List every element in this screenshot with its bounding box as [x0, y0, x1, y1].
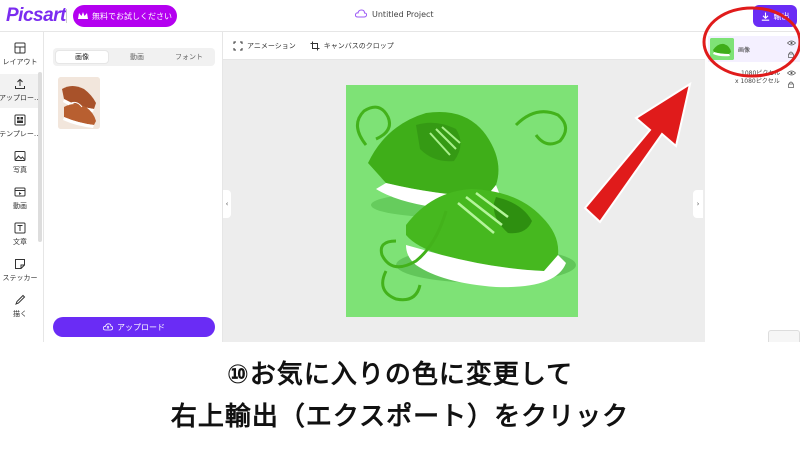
- animation-icon: [233, 41, 243, 50]
- tab-fonts[interactable]: フォント: [163, 48, 215, 66]
- rail-item-text[interactable]: 文章: [0, 218, 40, 252]
- green-sneakers-image: [346, 85, 578, 317]
- export-label: 輸出: [773, 11, 790, 21]
- cloud-icon: [355, 9, 367, 18]
- layer-item-image[interactable]: 画像: [708, 36, 800, 62]
- top-bar: Picsart 無料でお試しください Untitled Project 輸出: [0, 0, 800, 32]
- crop-icon: [310, 41, 320, 50]
- draw-icon: [15, 294, 26, 305]
- eye-icon[interactable]: [787, 40, 796, 46]
- sticker-icon: [15, 259, 25, 269]
- cloud-upload-icon: [103, 323, 113, 331]
- crown-icon: [78, 12, 88, 19]
- export-button[interactable]: 輸出: [753, 5, 797, 27]
- rail-item-templates[interactable]: テンプレー…: [0, 110, 41, 144]
- lock-icon[interactable]: [788, 51, 794, 58]
- rail-item-videos[interactable]: 動画: [0, 182, 40, 216]
- collapse-right-panel-button[interactable]: ›: [693, 190, 703, 218]
- instruction-caption: ⑩お気に入りの色に変更して 右上輸出（エクスポート）をクリック: [0, 342, 800, 450]
- video-icon: [14, 187, 26, 197]
- canvas-area: アニメーション キャンバスのクロップ ‹ ›: [223, 32, 705, 342]
- layer-thumbnail: [710, 38, 734, 60]
- free-trial-label: 無料でお試しください: [92, 11, 172, 21]
- collapse-left-panel-button[interactable]: ‹: [223, 190, 231, 218]
- tab-videos[interactable]: 動画: [111, 48, 163, 66]
- rail-item-layout[interactable]: レイアウト: [0, 38, 40, 72]
- template-icon: [14, 114, 26, 126]
- project-title[interactable]: Untitled Project: [355, 9, 434, 19]
- media-tabs: 画像 動画 フォント: [53, 48, 215, 66]
- canvas-crop-button[interactable]: キャンバスのクロップ: [310, 41, 394, 51]
- brown-sneaker-image: [58, 77, 100, 129]
- text-icon: [14, 222, 26, 234]
- lock-icon[interactable]: [788, 81, 794, 88]
- upload-button-label: アップロード: [117, 322, 165, 332]
- rail-scrollbar[interactable]: [38, 72, 42, 242]
- upload-button[interactable]: アップロード: [53, 317, 215, 337]
- tool-rail: レイアウト アップロー… テンプレー… 写真 動画 文章 ステッカー 描く: [0, 32, 44, 342]
- upload-icon: [15, 78, 25, 89]
- project-title-text: Untitled Project: [372, 9, 434, 19]
- uploaded-image-thumbnail[interactable]: [58, 77, 100, 129]
- rail-item-upload[interactable]: アップロー…: [0, 74, 41, 108]
- rail-item-photos[interactable]: 写真: [0, 146, 40, 180]
- layout-icon: [14, 42, 26, 54]
- canvas-toolbar: アニメーション キャンバスのクロップ: [223, 32, 705, 60]
- free-trial-button[interactable]: 無料でお試しください: [73, 5, 177, 27]
- layer-item-canvas[interactable]: …1080ピクセル x 1080ピクセル: [708, 66, 800, 92]
- rail-item-stickers[interactable]: ステッカー: [0, 254, 40, 288]
- eye-icon[interactable]: [787, 70, 796, 76]
- download-icon: [761, 12, 769, 21]
- picsart-logo[interactable]: Picsart: [6, 5, 66, 27]
- layers-panel: 画像 …1080ピクセル x 1080ピクセル: [705, 32, 800, 342]
- logo-divider: [66, 9, 67, 23]
- rail-item-draw[interactable]: 描く: [0, 290, 40, 324]
- photo-icon: [14, 151, 26, 161]
- caption-line-1: ⑩お気に入りの色に変更して: [226, 360, 574, 390]
- canvas-artboard[interactable]: [346, 85, 578, 317]
- tab-images[interactable]: 画像: [55, 50, 109, 64]
- animation-button[interactable]: アニメーション: [233, 41, 296, 51]
- upload-panel: 画像 動画 フォント アップロード: [45, 32, 223, 342]
- caption-line-2: 右上輸出（エクスポート）をクリック: [170, 402, 630, 432]
